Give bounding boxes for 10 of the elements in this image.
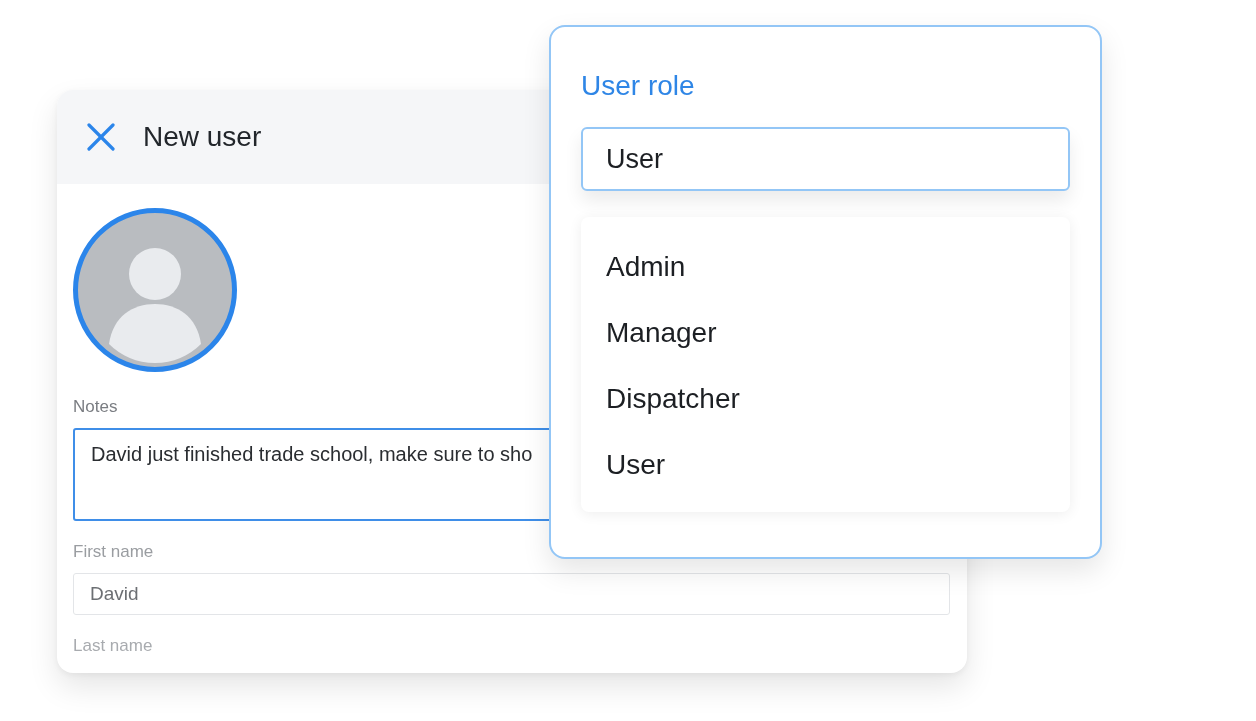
- close-icon[interactable]: [87, 123, 115, 151]
- text-input-field[interactable]: David: [73, 573, 950, 615]
- field-label: Last name: [73, 635, 153, 657]
- role-select-field[interactable]: User: [581, 127, 1070, 191]
- role-option[interactable]: Admin: [581, 234, 1070, 300]
- role-option[interactable]: Manager: [581, 300, 1070, 366]
- field-label: Notes: [73, 396, 118, 418]
- panel-title: New user: [143, 120, 262, 154]
- field-label: First name: [73, 541, 154, 563]
- popup-title: User role: [581, 69, 695, 103]
